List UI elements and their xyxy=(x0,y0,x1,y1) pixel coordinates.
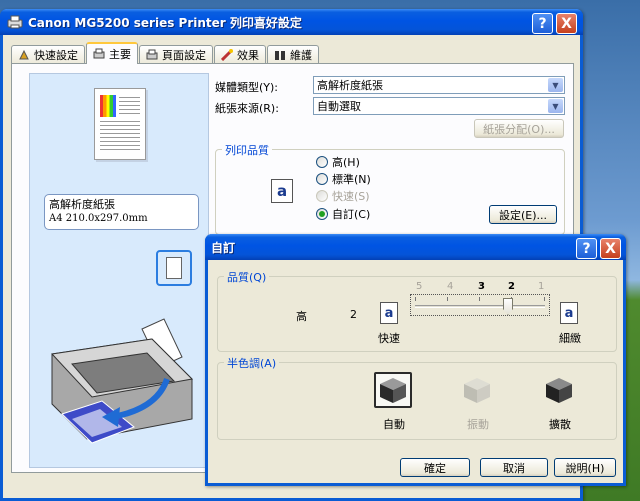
media-type-label: 媒體類型(Y): xyxy=(215,81,279,94)
quality-settings-button[interactable]: 設定(E)... xyxy=(489,205,557,224)
paper-source-dropdown[interactable]: 自動選取 ▼ xyxy=(313,97,565,115)
paper-source-label: 紙張來源(R): xyxy=(215,102,279,115)
printer-app-icon xyxy=(7,14,23,30)
media-info-box: 高解析度紙張 A4 210.0x297.0mm xyxy=(44,194,199,230)
help-button[interactable]: ? xyxy=(532,13,553,34)
quality-slider[interactable] xyxy=(410,294,550,316)
orientation-icon xyxy=(156,250,192,286)
paper-preview xyxy=(94,88,146,160)
cancel-button[interactable]: 取消 xyxy=(480,458,548,477)
quality-value: 2 xyxy=(350,308,357,321)
paper-allocation-button[interactable]: 紙張分配(O)... xyxy=(474,119,564,138)
chevron-down-icon: ▼ xyxy=(548,78,563,92)
quick-setup-icon xyxy=(18,49,30,61)
page-setup-icon xyxy=(146,49,158,61)
custom-help-button[interactable]: ? xyxy=(576,238,597,259)
custom-titlebar[interactable]: 自訂 ? X xyxy=(205,234,626,260)
quality-group-title: 品質(Q) xyxy=(224,269,270,285)
fast-quality-icon: a xyxy=(380,302,398,324)
maintenance-icon xyxy=(274,49,286,61)
help-text-button[interactable]: 說明(H) xyxy=(554,458,616,477)
tab-effects[interactable]: 效果 xyxy=(214,45,266,64)
main-icon xyxy=(93,48,105,60)
scale-label-3: 3 xyxy=(478,281,485,292)
close-button[interactable]: X xyxy=(556,13,577,34)
media-type-dropdown[interactable]: 高解析度紙張 ▼ xyxy=(313,76,565,94)
chevron-down-icon: ▼ xyxy=(548,99,563,113)
ok-button[interactable]: 確定 xyxy=(400,458,470,477)
print-preview-pane: 高解析度紙張 A4 210.0x297.0mm xyxy=(29,73,209,468)
quality-custom-radio[interactable]: 自訂(C) xyxy=(316,206,370,222)
printer-illustration-icon xyxy=(50,318,194,444)
custom-dialog: 自訂 ? X 品質(Q) 5 4 3 2 1 高 2 a 快速 a 細緻 半色調… xyxy=(205,234,626,486)
color-image-preview xyxy=(100,95,116,117)
halftone-auto-option[interactable] xyxy=(374,372,412,408)
quality-letter-a-icon: a xyxy=(271,179,293,203)
halftone-auto-label: 自動 xyxy=(383,418,405,431)
halftone-auto-icon xyxy=(380,378,406,403)
effects-icon xyxy=(220,49,233,62)
main-titlebar[interactable]: Canon MG5200 series Printer 列印喜好設定 ? X xyxy=(0,9,583,35)
halftone-group-title: 半色調(A) xyxy=(224,355,280,371)
scale-label-2: 2 xyxy=(508,281,515,292)
media-name: 高解析度紙張 xyxy=(49,198,115,211)
scale-label-4: 4 xyxy=(447,281,454,292)
quality-standard-radio[interactable]: 標準(N) xyxy=(316,171,371,187)
scale-label-1: 1 xyxy=(538,281,545,292)
halftone-diffusion-icon xyxy=(546,378,572,403)
quality-high-label: 高 xyxy=(296,310,307,323)
halftone-diffusion-option[interactable] xyxy=(540,372,578,408)
tab-page-setup[interactable]: 頁面設定 xyxy=(139,45,213,64)
halftone-dither-label: 振動 xyxy=(467,418,489,431)
fine-label: 細緻 xyxy=(559,332,581,345)
halftone-diffusion-label: 擴散 xyxy=(549,418,571,431)
main-window-title: Canon MG5200 series Printer 列印喜好設定 xyxy=(28,15,302,30)
fast-label: 快速 xyxy=(378,332,400,345)
halftone-dither-option[interactable] xyxy=(458,372,496,408)
tab-bar: 快速設定 主要 頁面設定 效果 維護 xyxy=(11,42,320,64)
scale-label-5: 5 xyxy=(416,281,423,292)
quality-high-radio[interactable]: 高(H) xyxy=(316,154,360,170)
tab-maintenance[interactable]: 維護 xyxy=(267,45,319,64)
tab-quick-setup[interactable]: 快速設定 xyxy=(11,45,85,64)
halftone-dither-icon xyxy=(464,378,490,403)
custom-close-button[interactable]: X xyxy=(600,238,621,259)
quality-slider-thumb[interactable] xyxy=(503,298,513,315)
fine-quality-icon: a xyxy=(560,302,578,324)
tab-main[interactable]: 主要 xyxy=(86,42,138,64)
quality-fast-radio[interactable]: 快速(S) xyxy=(316,188,370,204)
custom-dialog-title: 自訂 xyxy=(211,240,236,255)
print-quality-title: 列印品質 xyxy=(222,142,272,158)
media-size: A4 210.0x297.0mm xyxy=(49,213,148,224)
